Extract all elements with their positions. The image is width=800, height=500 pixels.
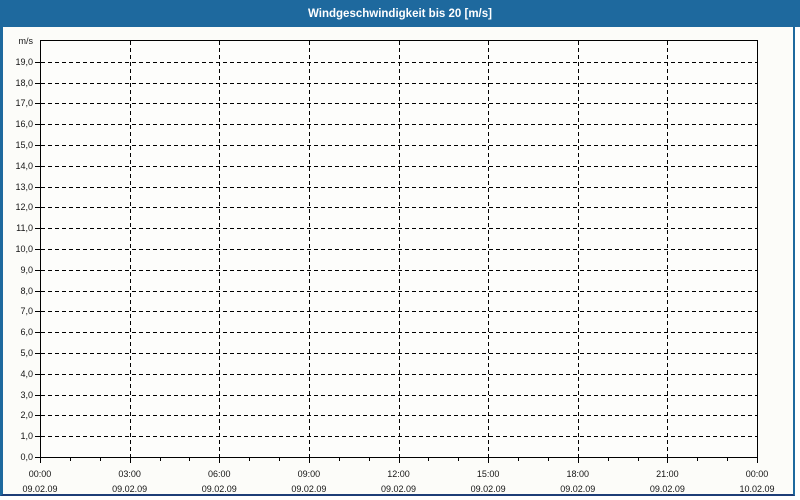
x-axis-minor-tick bbox=[339, 458, 340, 461]
y-axis-tick bbox=[35, 145, 40, 146]
x-axis-minor-tick bbox=[189, 458, 190, 461]
x-axis-major-tick bbox=[667, 458, 668, 463]
y-axis-tick bbox=[35, 207, 40, 209]
chart-canvas: m/s 0,0 1,0 2,0 3,0 4,0 5,0 6,0 7,0 8,0 9,0 10,0 11… bbox=[0, 0, 800, 500]
y-axis-tick bbox=[35, 311, 40, 313]
y-tick-label: 10,0 bbox=[15, 244, 33, 254]
x-date-label: 09.02.09 bbox=[470, 484, 506, 494]
x-axis-major-tick bbox=[40, 458, 41, 463]
x-time-label: 21:00 bbox=[656, 469, 679, 479]
v-gridline bbox=[488, 41, 489, 457]
y-axis-tick bbox=[35, 124, 40, 126]
y-axis-tick bbox=[35, 394, 40, 396]
y-tick-label: 1,0 bbox=[20, 431, 33, 442]
y-axis-tick bbox=[35, 290, 40, 292]
y-tick-label: 15,0 bbox=[15, 140, 33, 150]
x-axis-minor-tick bbox=[518, 458, 519, 461]
x-axis-major-tick bbox=[757, 458, 758, 463]
x-axis-major-tick bbox=[130, 458, 131, 463]
x-axis-minor-tick bbox=[697, 458, 698, 461]
x-time-label: 00:00 bbox=[28, 469, 52, 479]
x-time-label: 15:00 bbox=[476, 469, 500, 479]
v-gridline bbox=[399, 41, 400, 457]
x-date-label: 09.02.09 bbox=[291, 484, 327, 494]
x-date-label: 09.02.09 bbox=[560, 484, 596, 494]
x-axis-minor-tick bbox=[548, 458, 549, 461]
y-tick-label: 9,0 bbox=[20, 264, 33, 275]
x-axis-minor-tick bbox=[458, 458, 459, 461]
y-tick-label: 12,0 bbox=[15, 202, 33, 213]
x-date-label: 09.02.09 bbox=[649, 484, 685, 494]
x-date-label: 10.02.09 bbox=[739, 484, 775, 494]
y-axis-tick bbox=[35, 61, 40, 63]
y-axis-tick bbox=[35, 228, 40, 230]
x-time-label: 06:00 bbox=[207, 469, 231, 479]
x-time-label: 18:00 bbox=[566, 469, 590, 479]
y-axis-tick bbox=[35, 436, 40, 438]
y-tick-label: 2,0 bbox=[20, 410, 33, 421]
y-tick-label: 3,0 bbox=[20, 389, 33, 400]
y-tick-label: 7,0 bbox=[20, 306, 33, 317]
y-tick-label: 19,0 bbox=[15, 56, 33, 67]
x-axis-minor-tick bbox=[160, 458, 161, 461]
y-axis-tick bbox=[35, 103, 40, 105]
v-gridline bbox=[578, 41, 579, 457]
x-axis-minor-tick bbox=[249, 458, 250, 461]
y-axis-unit-label: m/s bbox=[18, 36, 34, 46]
x-time-label: 09:00 bbox=[297, 469, 321, 479]
v-gridline bbox=[667, 41, 668, 457]
y-tick-label: 14,0 bbox=[15, 160, 33, 171]
x-time-label: 12:00 bbox=[387, 469, 410, 479]
y-axis-tick bbox=[35, 82, 40, 84]
y-axis-tick bbox=[35, 332, 40, 334]
y-axis-tick bbox=[35, 353, 40, 354]
y-tick-label: 18,0 bbox=[15, 77, 33, 88]
x-date-label: 09.02.09 bbox=[201, 484, 237, 494]
y-tick-label: 13,0 bbox=[15, 181, 33, 192]
y-tick-label: 8,0 bbox=[20, 285, 33, 296]
x-axis-minor-tick bbox=[70, 458, 71, 461]
v-gridline bbox=[219, 41, 220, 457]
x-axis-minor-tick bbox=[369, 458, 370, 461]
x-axis-major-tick bbox=[488, 458, 489, 463]
x-axis-minor-tick bbox=[727, 458, 728, 461]
x-axis-major-tick bbox=[309, 458, 310, 463]
x-axis-minor-tick bbox=[100, 458, 101, 461]
x-time-label: 00:00 bbox=[745, 469, 769, 479]
v-gridline bbox=[309, 41, 310, 457]
y-tick-label: 6,0 bbox=[20, 327, 33, 338]
x-axis-minor-tick bbox=[608, 458, 609, 461]
y-axis-tick bbox=[35, 249, 40, 250]
y-tick-label: 16,0 bbox=[15, 119, 33, 130]
y-tick-label: 4,0 bbox=[20, 368, 33, 379]
x-axis-major-tick bbox=[399, 458, 400, 463]
y-axis-tick bbox=[35, 415, 40, 417]
x-date-label: 09.02.09 bbox=[112, 484, 148, 494]
y-axis-tick bbox=[35, 373, 40, 375]
x-axis-minor-tick bbox=[279, 458, 280, 461]
x-time-label: 03:00 bbox=[118, 469, 141, 479]
y-tick-label: 11,0 bbox=[16, 223, 33, 234]
y-tick-label: 5,0 bbox=[20, 348, 33, 358]
x-axis-major-tick bbox=[219, 458, 220, 463]
x-date-label: 09.02.09 bbox=[380, 484, 417, 494]
y-tick-label: 17,0 bbox=[15, 98, 33, 109]
y-axis-tick bbox=[35, 269, 40, 271]
v-gridline bbox=[130, 41, 131, 457]
x-axis-minor-tick bbox=[638, 458, 639, 461]
x-date-label: 09.02.09 bbox=[22, 484, 58, 494]
y-tick-label: 0,0 bbox=[20, 452, 33, 462]
x-axis-major-tick bbox=[578, 458, 579, 463]
y-axis-tick bbox=[35, 186, 40, 188]
x-axis-minor-tick bbox=[428, 458, 429, 461]
y-axis-tick bbox=[35, 165, 40, 167]
